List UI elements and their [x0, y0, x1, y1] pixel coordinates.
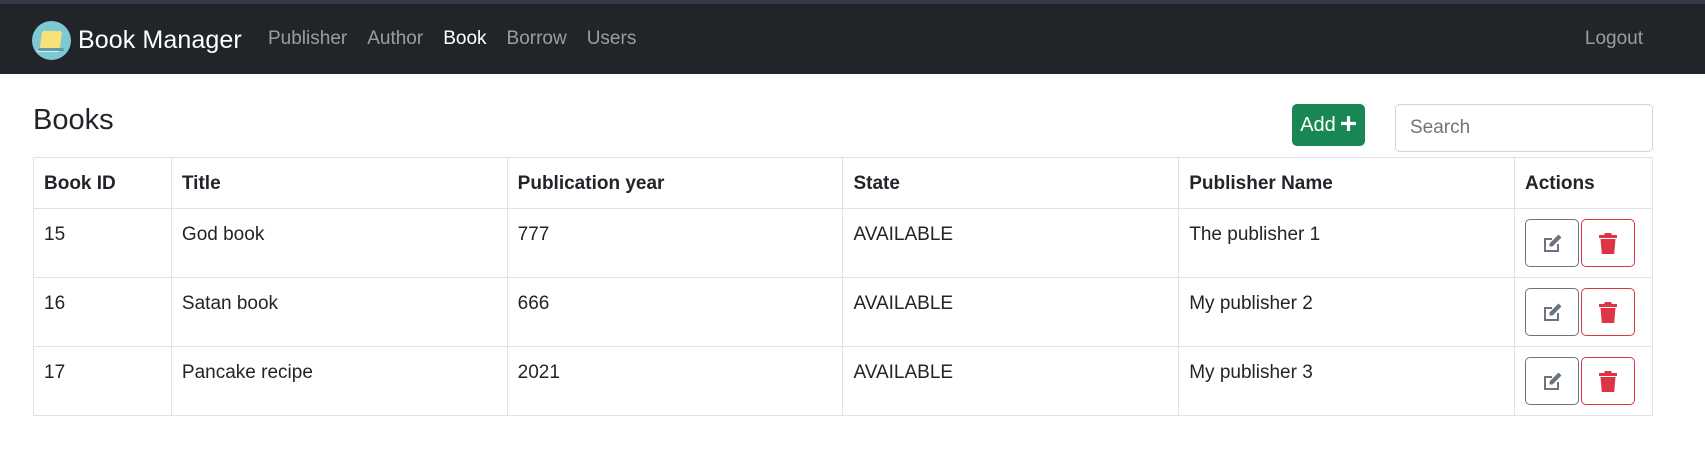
cell-state: AVAILABLE — [842, 346, 1180, 416]
cell-book-id: 15 — [33, 208, 172, 278]
header-state: State — [842, 157, 1180, 209]
edit-icon — [1544, 372, 1562, 390]
nav-item-users[interactable]: Users — [587, 28, 637, 50]
logout-link[interactable]: Logout — [1585, 4, 1643, 74]
cell-publication-year: 777 — [506, 208, 844, 278]
cell-publisher-name: My publisher 2 — [1178, 277, 1515, 347]
delete-button[interactable] — [1581, 288, 1635, 336]
delete-button[interactable] — [1581, 357, 1635, 405]
cell-book-id: 16 — [33, 277, 172, 347]
cell-state: AVAILABLE — [842, 208, 1180, 278]
edit-icon — [1544, 234, 1562, 252]
plus-icon — [1340, 113, 1357, 137]
trash-icon — [1599, 370, 1617, 392]
header-title: Title — [170, 157, 508, 209]
cell-book-id: 17 — [33, 346, 172, 416]
nav-item-publisher[interactable]: Publisher — [268, 28, 347, 50]
cell-state: AVAILABLE — [842, 277, 1180, 347]
edit-icon — [1544, 303, 1562, 321]
add-button-label: Add — [1300, 113, 1336, 136]
nav-item-book[interactable]: Book — [443, 28, 486, 50]
trash-icon — [1599, 301, 1617, 323]
cell-title: Pancake recipe — [170, 346, 508, 416]
header-publication-year: Publication year — [506, 157, 844, 209]
navbar: Book Manager — [0, 4, 1705, 74]
nav-item-author[interactable]: Author — [367, 28, 423, 50]
cell-publisher-name: The publisher 1 — [1178, 208, 1515, 278]
edit-button[interactable] — [1525, 219, 1579, 267]
header-publisher-name: Publisher Name — [1178, 157, 1515, 209]
brand-link[interactable]: Book Manager — [32, 20, 242, 60]
cell-title: God book — [170, 208, 508, 278]
table-row: 15 God book 777 AVAILABLE The publisher … — [33, 208, 1653, 278]
trash-icon — [1599, 232, 1617, 254]
cell-publication-year: 2021 — [506, 346, 844, 416]
header-actions: Actions — [1514, 157, 1653, 209]
edit-button[interactable] — [1525, 288, 1579, 336]
cell-actions — [1514, 346, 1653, 416]
search-input[interactable] — [1395, 104, 1653, 152]
cell-publisher-name: My publisher 3 — [1178, 346, 1515, 416]
edit-button[interactable] — [1525, 357, 1579, 405]
cell-publication-year: 666 — [506, 277, 844, 347]
books-table: Book ID Title Publication year State Pub… — [33, 157, 1653, 416]
brand-name: Book Manager — [78, 25, 242, 54]
add-book-button[interactable]: Add — [1292, 104, 1365, 146]
page-title: Books — [33, 104, 114, 136]
cell-title: Satan book — [170, 277, 508, 347]
delete-button[interactable] — [1581, 219, 1635, 267]
table-row: 16 Satan book 666 AVAILABLE My publisher… — [33, 277, 1653, 347]
cell-actions — [1514, 208, 1653, 278]
table-header-row: Book ID Title Publication year State Pub… — [33, 157, 1653, 209]
nav-item-borrow[interactable]: Borrow — [507, 28, 567, 50]
cell-actions — [1514, 277, 1653, 347]
header-book-id: Book ID — [33, 157, 172, 209]
table-row: 17 Pancake recipe 2021 AVAILABLE My publ… — [33, 346, 1653, 416]
book-logo-icon — [32, 20, 71, 60]
nav-links: Publisher Author Book Borrow Users — [268, 4, 656, 74]
